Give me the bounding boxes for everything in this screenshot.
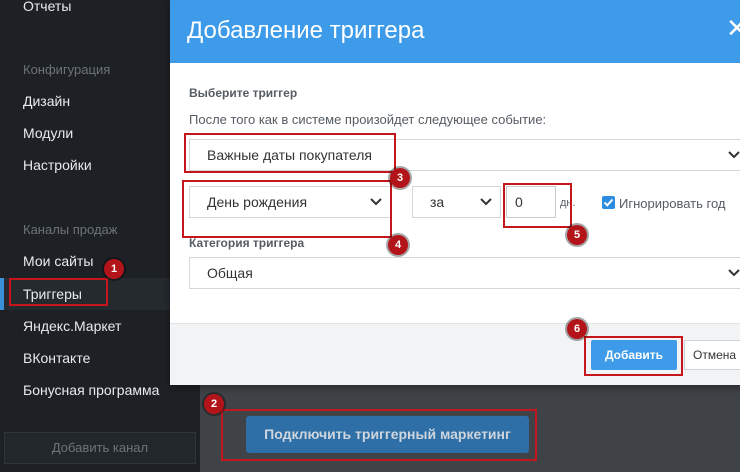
ignore-year-checkbox[interactable]: [602, 196, 615, 209]
annotation-box-event: [184, 133, 396, 173]
annotation-badge-3: 3: [390, 168, 410, 188]
ignore-year-label: Игнорировать год: [619, 196, 726, 211]
sidebar-item-my-sites[interactable]: Мои сайты: [23, 253, 93, 269]
annotation-badge-1: 1: [104, 259, 124, 279]
sidebar-item-vkontakte[interactable]: ВКонтакте: [23, 350, 90, 366]
offset-select[interactable]: за: [412, 186, 501, 218]
modal-header: Добавление триггера ✕: [170, 0, 740, 63]
offset-select-value: за: [430, 194, 445, 210]
annotation-box-date-type: [182, 180, 392, 238]
sidebar-item-design[interactable]: Дизайн: [23, 93, 70, 109]
annotation-badge-5: 5: [567, 225, 587, 245]
sidebar-item-bonus-program[interactable]: Бонусная программа: [23, 382, 159, 398]
chevron-down-icon: [728, 258, 740, 288]
annotation-box-connect: [221, 409, 537, 461]
sidebar-item-settings[interactable]: Настройки: [23, 157, 92, 173]
close-icon[interactable]: ✕: [726, 14, 740, 42]
annotation-badge-2: 2: [204, 394, 224, 414]
chevron-down-icon: [480, 187, 492, 217]
modal-title: Добавление триггера: [187, 17, 425, 44]
category-label: Категория триггера: [189, 236, 305, 250]
sidebar-section-configuration: Конфигурация: [23, 62, 111, 77]
category-select[interactable]: Общая: [189, 257, 740, 289]
sidebar-section-channels: Каналы продаж: [23, 222, 118, 237]
sidebar-active-indicator: [0, 278, 4, 310]
sidebar-item-reports[interactable]: Отчеты: [23, 0, 71, 14]
annotation-badge-4: 4: [388, 235, 408, 255]
sidebar-item-yandex-market[interactable]: Яндекс.Маркет: [23, 318, 121, 334]
event-description: После того как в системе произойдет след…: [189, 112, 547, 127]
annotation-badge-6: 6: [567, 319, 587, 339]
section-title: Выберите триггер: [189, 86, 298, 100]
annotation-box-add: [584, 336, 683, 376]
add-channel-button[interactable]: Добавить канал: [4, 432, 196, 464]
annotation-box-triggers: [9, 278, 108, 306]
chevron-down-icon: [728, 140, 740, 170]
sidebar-item-modules[interactable]: Модули: [23, 125, 73, 141]
checkmark-icon: [603, 198, 614, 207]
annotation-box-days: [503, 183, 572, 228]
cancel-button[interactable]: Отмена: [684, 340, 740, 370]
category-select-value: Общая: [207, 265, 253, 281]
